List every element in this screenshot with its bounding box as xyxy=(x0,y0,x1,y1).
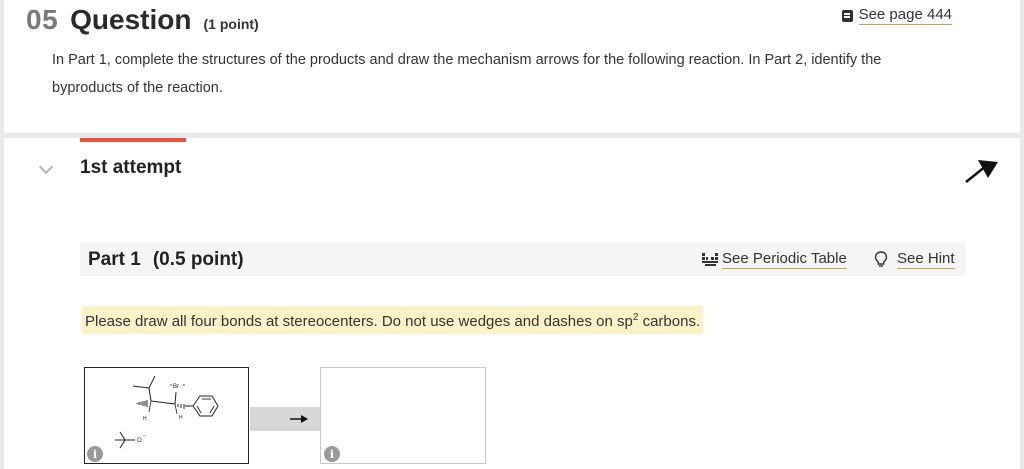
bromine-label: Br xyxy=(173,384,179,390)
stereocenter-note: Please draw all four bonds at stereocent… xyxy=(82,306,704,334)
question-title: 05 Question (1 point) xyxy=(26,4,259,36)
see-periodic-table-link[interactable]: See Periodic Table xyxy=(702,250,847,269)
hydrogen-label: H xyxy=(143,416,147,422)
see-hint-link[interactable]: See Hint xyxy=(874,250,955,269)
arrow-pointer-icon[interactable] xyxy=(964,154,1000,184)
svg-text:−: − xyxy=(143,433,146,439)
see-page-link[interactable]: See page 444 xyxy=(841,6,952,25)
oxide-label: O xyxy=(137,438,142,444)
question-header-card: 05 Question (1 point) See page 444 In Pa… xyxy=(4,0,1020,133)
info-icon[interactable]: i xyxy=(87,446,103,462)
hydrogen-label-2: H xyxy=(179,415,183,421)
see-page-label: See page 444 xyxy=(858,6,952,25)
question-number: 05 xyxy=(26,4,59,35)
question-points: (1 point) xyxy=(203,16,259,32)
hint-label: See Hint xyxy=(897,250,955,269)
chevron-down-icon[interactable] xyxy=(38,159,54,175)
question-instructions: In Part 1, complete the structures of th… xyxy=(52,52,882,96)
lightbulb-icon xyxy=(874,251,888,267)
part-1-title: Part 1 (0.5 point) xyxy=(88,249,244,271)
attempt-label[interactable]: 1st attempt xyxy=(80,157,181,179)
note-text: Please draw all four bonds at stereocent… xyxy=(85,313,633,330)
info-icon[interactable]: i xyxy=(324,446,340,462)
right-arrow-icon xyxy=(290,415,308,423)
part-1-header: Part 1 (0.5 point) See Periodic Table See… xyxy=(80,242,966,276)
periodic-table-label: See Periodic Table xyxy=(722,250,847,269)
book-icon xyxy=(841,9,853,22)
part-1-points: (0.5 point) xyxy=(152,249,244,270)
product-drawing-box[interactable]: i xyxy=(320,367,486,464)
note-text-end: carbons. xyxy=(638,313,701,330)
attempt-accent-bar xyxy=(80,138,186,142)
part-1-label: Part 1 xyxy=(88,249,141,270)
reactant-drawing-box[interactable]: H Br H O − i xyxy=(84,367,249,464)
question-word: Question xyxy=(70,4,192,35)
reactant-structure: H Br H O − xyxy=(115,375,219,449)
periodic-table-icon xyxy=(702,252,718,266)
reaction-arrow xyxy=(250,407,320,431)
attempt-panel: 1st attempt Part 1 (0.5 point) See Period… xyxy=(4,138,1020,469)
